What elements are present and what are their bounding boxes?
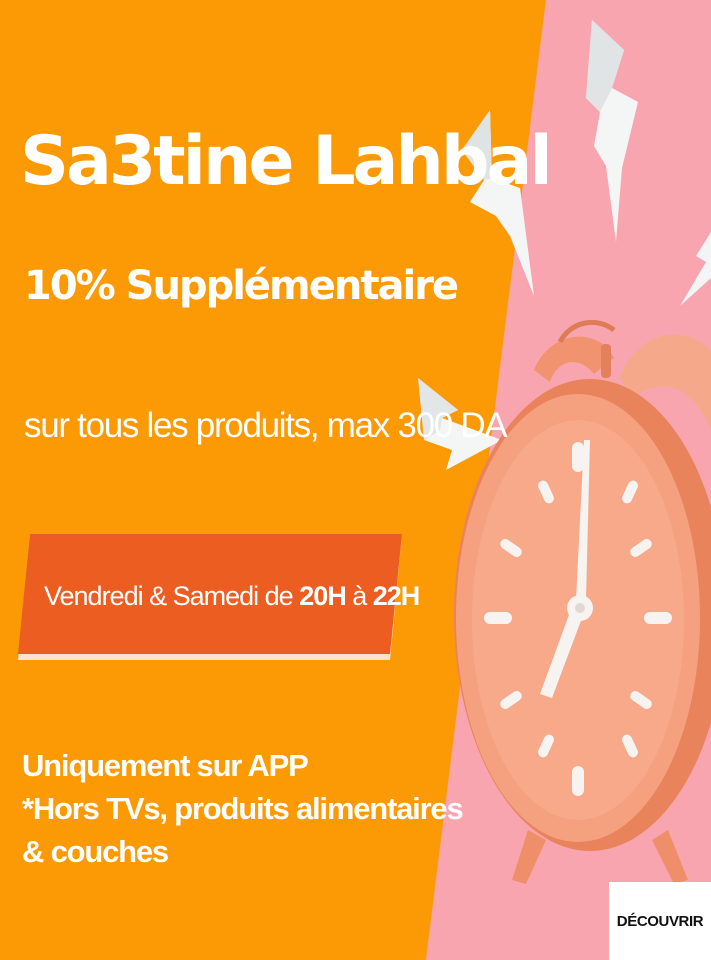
lightning-bolt-icon — [680, 232, 711, 306]
schedule-text: Vendredi & Samedi de 20H à 22H — [44, 581, 421, 611]
promo-banner[interactable]: Sa3tine Lahbal 10% Supplémentaire sur to… — [0, 0, 711, 960]
schedule-days: Vendredi & Samedi de — [44, 581, 300, 611]
schedule-connector: à — [345, 581, 373, 611]
condition-exclusions: *Hors TVs, produits alimentaires — [22, 791, 464, 826]
promo-conditions: Uniquement sur APP *Hors TVs, produits a… — [22, 744, 464, 873]
schedule-start-time: 20H — [299, 581, 347, 611]
schedule-ribbon: Vendredi & Samedi de 20H à 22H — [18, 534, 420, 672]
promo-headline: Sa3tine Lahbal — [20, 122, 553, 201]
condition-exclusions-continued: & couches — [22, 834, 169, 869]
schedule-end-time: 22H — [372, 581, 421, 611]
lightning-bolt-icon — [586, 20, 638, 242]
promo-subheadline: 10% Supplémentaire — [24, 263, 459, 309]
offer-details: sur tous les produits, max 300 DA — [24, 406, 508, 445]
condition-app-only: Uniquement sur APP — [22, 748, 309, 783]
discover-button[interactable]: DÉCOUVRIR — [609, 882, 711, 960]
